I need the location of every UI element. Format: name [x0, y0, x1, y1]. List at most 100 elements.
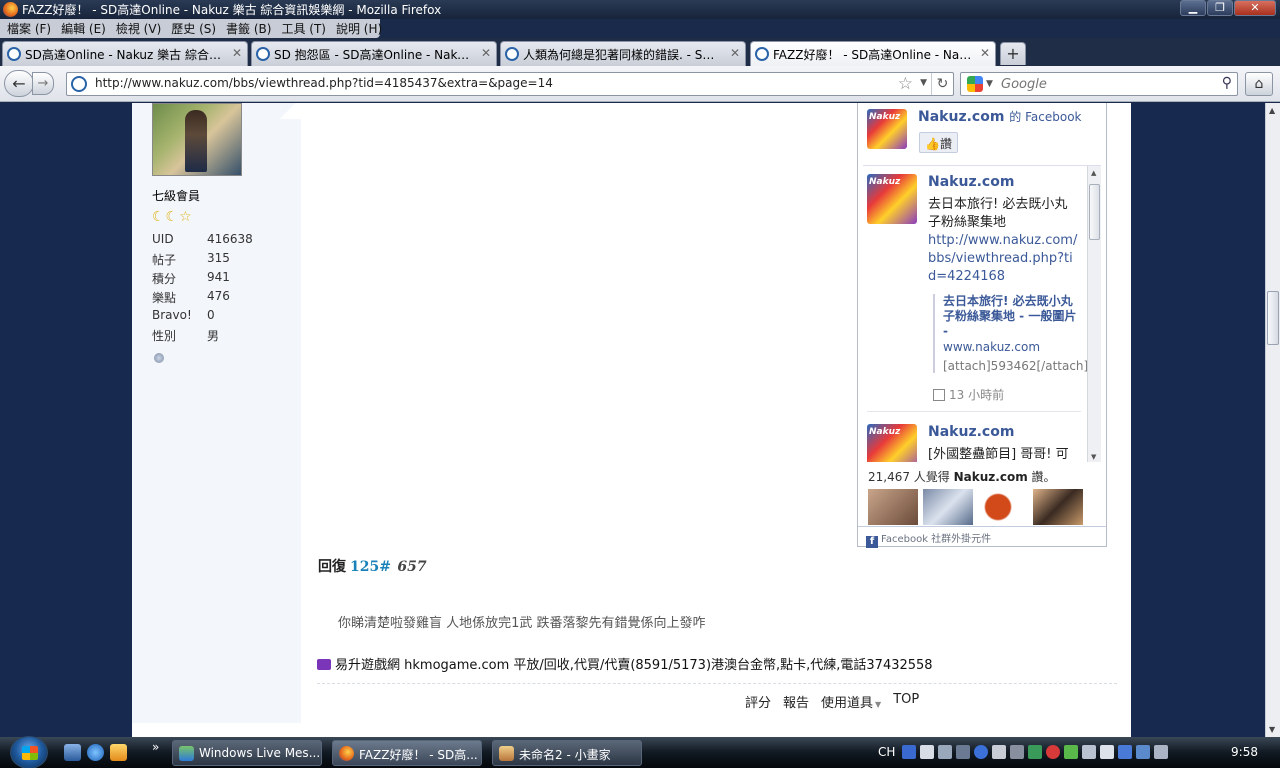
ad-text[interactable]: 易升遊戲網 hkmogame.com 平放/回收,代買/代賣(8591/5173… — [335, 658, 933, 673]
story-author[interactable]: Nakuz.com — [928, 424, 1014, 440]
clock[interactable]: 9:58 — [1231, 745, 1258, 759]
scroll-up-icon[interactable]: ▲ — [1269, 106, 1275, 115]
tray-device-icon[interactable] — [1100, 745, 1114, 759]
stream-scroll-thumb[interactable] — [1089, 184, 1100, 240]
rate-link[interactable]: 評分 — [745, 692, 771, 711]
language-indicator[interactable]: CH — [878, 745, 895, 759]
show-desktop-icon[interactable] — [64, 744, 81, 761]
menu-bookmarks[interactable]: 書籤 (B) — [221, 20, 276, 37]
forward-button[interactable]: → — [32, 72, 54, 95]
scroll-up-icon[interactable]: ▲ — [1091, 169, 1096, 177]
use-item-menu[interactable]: 使用道具 ▼ — [821, 692, 881, 711]
reply-floor-link[interactable]: 125# — [350, 559, 391, 575]
search-input[interactable] — [1001, 75, 1201, 93]
home-button[interactable]: ⌂ — [1245, 72, 1273, 96]
tray-app-icon[interactable] — [956, 745, 970, 759]
fan-avatar[interactable] — [1033, 489, 1083, 525]
close-tab-icon[interactable]: ✕ — [730, 46, 740, 60]
internet-explorer-icon[interactable] — [87, 744, 104, 761]
minimize-button[interactable]: ▁ — [1180, 0, 1206, 16]
url-bar[interactable]: http://www.nakuz.com/bbs/viewthread.php?… — [66, 72, 954, 96]
site-identity-icon[interactable] — [71, 76, 87, 92]
tray-network-app-icon[interactable] — [1028, 745, 1042, 759]
scroll-down-icon[interactable]: ▼ — [1091, 453, 1096, 461]
media-player-icon[interactable] — [110, 744, 127, 761]
menu-tools[interactable]: 工具 (T) — [276, 20, 331, 37]
reply-to-user[interactable]: 657 — [397, 559, 426, 575]
taskbar-item-messenger[interactable]: Windows Live Mes... — [172, 740, 322, 766]
taskbar-item-paint[interactable]: 未命名2 - 小畫家 — [492, 740, 642, 766]
maximize-button[interactable]: ❐ — [1207, 0, 1233, 16]
bookmark-star-icon[interactable]: ☆ — [898, 74, 913, 94]
tab-1[interactable]: SD高達Online - Nakuz 樂古 綜合資... ✕ — [2, 41, 248, 66]
close-tab-icon[interactable]: ✕ — [980, 46, 990, 60]
volume-icon[interactable] — [1154, 745, 1168, 759]
page-scroll-thumb[interactable] — [1267, 291, 1279, 345]
nakuz-logo-icon[interactable]: Nakuz — [867, 174, 917, 224]
bluetooth-icon[interactable] — [1118, 745, 1132, 759]
network-icon[interactable] — [1136, 745, 1150, 759]
tray-green-icon[interactable] — [1064, 745, 1078, 759]
story-time-text[interactable]: 13 小時前 — [949, 388, 1004, 402]
close-window-button[interactable]: ✕ — [1234, 0, 1276, 16]
help-icon[interactable] — [974, 745, 988, 759]
menu-file[interactable]: 檔案 (F) — [2, 20, 56, 37]
search-icon[interactable]: ⚲ — [1222, 75, 1232, 91]
attachment-domain[interactable]: www.nakuz.com — [943, 340, 1081, 354]
tab-label: SD高達Online - Nakuz 樂古 綜合資... — [25, 48, 225, 62]
story-link[interactable]: http://www.nakuz.com/bbs/viewthread.php?… — [928, 232, 1080, 286]
url-dropdown-icon[interactable]: ▼ — [920, 78, 927, 88]
ime-mode-icon[interactable] — [920, 745, 934, 759]
online-status-icon[interactable] — [154, 353, 164, 363]
top-link[interactable]: TOP — [893, 692, 919, 711]
tray-misc-icon[interactable] — [992, 745, 1006, 759]
menu-help[interactable]: 說明 (H) — [331, 20, 387, 37]
stream-scrollbar[interactable]: ▲ ▼ — [1087, 166, 1101, 462]
start-button[interactable] — [10, 736, 48, 768]
facebook-page-link[interactable]: Nakuz.com — [918, 109, 1004, 125]
search-bar[interactable]: ▼ ⚲ — [960, 72, 1238, 96]
like-button[interactable]: 👍讚 — [919, 132, 958, 153]
tab-2[interactable]: SD 抱怨區 - SD高達Online - Nakuz ... ✕ — [251, 41, 497, 66]
scroll-down-icon[interactable]: ▼ — [1269, 725, 1275, 734]
menu-edit[interactable]: 編輯 (E) — [56, 20, 111, 37]
fan-avatar[interactable] — [923, 489, 973, 525]
stat-row: 樂點 476 — [152, 289, 253, 308]
reply-label: 回復 — [318, 559, 346, 575]
show-hidden-icons-icon[interactable] — [1010, 745, 1024, 759]
avatar[interactable] — [152, 103, 242, 176]
tab-3[interactable]: 人類為何總是犯著同樣的錯誤. - SD ... ✕ — [500, 41, 746, 66]
facebook-footer-text[interactable]: Facebook 社群外掛元件 — [881, 534, 991, 545]
close-tab-icon[interactable]: ✕ — [232, 46, 242, 60]
attachment-title[interactable]: 去日本旅行! 必去既小丸子粉絲聚集地 - 一般圖片 - — [943, 294, 1081, 339]
more-quicklaunch-icon[interactable]: » — [152, 740, 159, 754]
taskbar-item-firefox[interactable]: FAZZ好廢！ - SD高... — [332, 740, 482, 766]
fan-avatar[interactable] — [868, 489, 918, 525]
fan-avatar[interactable] — [978, 489, 1028, 525]
new-tab-button[interactable]: + — [1000, 42, 1026, 65]
close-tab-icon[interactable]: ✕ — [481, 46, 491, 60]
menu-view[interactable]: 檢視 (V) — [111, 20, 166, 37]
google-engine-icon[interactable] — [967, 76, 983, 92]
tab-4-active[interactable]: FAZZ好廢！ - SD高達Online - Naku... ✕ — [750, 41, 996, 66]
tray-tool-icon[interactable] — [938, 745, 952, 759]
story-author[interactable]: Nakuz.com — [928, 174, 1014, 190]
menu-history[interactable]: 歷史 (S) — [166, 20, 221, 37]
logo-text: Nakuz — [869, 427, 901, 437]
stat-value: 941 — [207, 270, 230, 284]
tray-window-icon[interactable] — [1082, 745, 1096, 759]
like-count-suffix: 讚。 — [1031, 470, 1056, 484]
facebook-suffix[interactable]: 的 Facebook — [1009, 110, 1081, 124]
back-button[interactable]: ← — [4, 70, 34, 97]
antivirus-icon[interactable] — [1046, 745, 1060, 759]
thumbs-up-icon: 👍 — [925, 137, 940, 151]
page-scrollbar[interactable]: ▲ ▼ — [1265, 103, 1280, 737]
url-text[interactable]: http://www.nakuz.com/bbs/viewthread.php?… — [95, 76, 553, 90]
nakuz-logo-icon[interactable]: Nakuz — [867, 424, 917, 462]
search-engine-dropdown-icon[interactable]: ▼ — [986, 79, 993, 89]
ime-icon[interactable] — [902, 745, 916, 759]
like-count-page[interactable]: Nakuz.com — [954, 470, 1028, 484]
nakuz-logo-icon[interactable]: Nakuz — [867, 109, 907, 149]
reload-icon[interactable]: ↻ — [931, 73, 953, 95]
report-link[interactable]: 報告 — [783, 692, 809, 711]
